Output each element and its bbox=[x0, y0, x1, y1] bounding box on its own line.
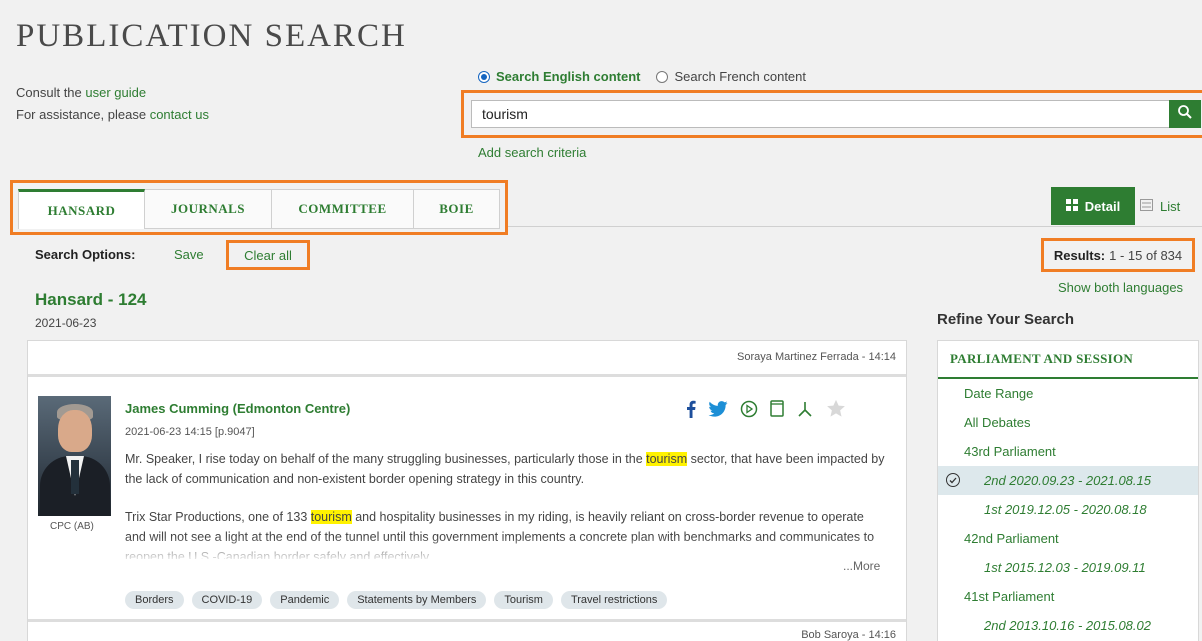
consult-prefix: Consult the bbox=[16, 85, 86, 100]
refine-item-label: 2nd 2020.09.23 - 2021.08.15 bbox=[984, 473, 1151, 488]
help-text: Consult the user guide For assistance, p… bbox=[16, 82, 209, 126]
tabs-highlight: HANSARD JOURNALS COMMITTEE BOIE bbox=[10, 180, 508, 235]
refine-panel: PARLIAMENT AND SESSION Date Range All De… bbox=[937, 340, 1199, 641]
results-label: Results: bbox=[1053, 247, 1106, 263]
divider bbox=[28, 619, 906, 622]
twitter-icon[interactable] bbox=[708, 400, 728, 417]
check-circle-icon bbox=[946, 473, 960, 487]
refine-heading[interactable]: PARLIAMENT AND SESSION bbox=[938, 341, 1198, 379]
clear-all-highlight: Clear all bbox=[226, 240, 310, 270]
keyword-highlight: tourism bbox=[646, 452, 688, 466]
assist-prefix: For assistance, please bbox=[16, 107, 150, 122]
clear-all-link[interactable]: Clear all bbox=[244, 248, 292, 263]
user-guide-link[interactable]: user guide bbox=[85, 85, 146, 100]
speech-paragraph-1: Mr. Speaker, I rise today on behalf of t… bbox=[125, 452, 885, 486]
tab-journals[interactable]: JOURNALS bbox=[145, 189, 272, 229]
results-count: Results: 1 - 15 of 834 bbox=[1041, 238, 1195, 272]
refine-list: Date Range All Debates 43rd Parliament 2… bbox=[938, 379, 1198, 640]
bookmark-icon[interactable] bbox=[770, 400, 784, 417]
keyword-highlight: tourism bbox=[310, 510, 352, 524]
tab-hansard[interactable]: HANSARD bbox=[18, 189, 145, 229]
tag[interactable]: Pandemic bbox=[270, 591, 340, 609]
tag[interactable]: COVID-19 bbox=[191, 591, 263, 609]
list-icon bbox=[1140, 198, 1153, 214]
radio-english-label[interactable]: Search English content bbox=[496, 69, 640, 84]
hansard-title[interactable]: Hansard - 124 bbox=[35, 290, 147, 310]
play-icon[interactable] bbox=[740, 400, 758, 418]
divider bbox=[28, 374, 906, 377]
refine-item[interactable]: Date Range bbox=[938, 379, 1198, 408]
refine-item[interactable]: All Debates bbox=[938, 408, 1198, 437]
add-search-criteria-link[interactable]: Add search criteria bbox=[478, 145, 586, 160]
refine-title: Refine Your Search bbox=[937, 311, 1074, 328]
refine-item[interactable]: 43rd Parliament bbox=[938, 437, 1198, 466]
refine-item[interactable]: 41st Parliament bbox=[938, 582, 1198, 611]
refine-item[interactable]: 1st 2015.12.03 - 2019.09.11 bbox=[938, 553, 1198, 582]
share-icons bbox=[686, 399, 846, 418]
tab-bar: HANSARD JOURNALS COMMITTEE BOIE bbox=[18, 189, 500, 229]
star-icon[interactable] bbox=[826, 399, 846, 418]
grid-icon bbox=[1065, 198, 1078, 214]
party-label: CPC (AB) bbox=[50, 521, 94, 532]
list-view-label: List bbox=[1160, 198, 1181, 214]
more-link[interactable]: ...More bbox=[843, 559, 880, 573]
detail-view-button[interactable]: Detail bbox=[1051, 187, 1135, 225]
radio-french[interactable] bbox=[656, 70, 669, 83]
search-icon bbox=[1177, 104, 1193, 125]
language-radio-group: Search English content Search French con… bbox=[478, 69, 806, 84]
show-both-languages-link[interactable]: Show both languages bbox=[1058, 280, 1183, 295]
detail-view-label: Detail bbox=[1084, 198, 1121, 214]
search-button[interactable] bbox=[1169, 100, 1201, 128]
tab-committee[interactable]: COMMITTEE bbox=[272, 189, 414, 229]
text-fade bbox=[125, 537, 885, 563]
search-options-label: Search Options: bbox=[35, 247, 136, 262]
list-view-button[interactable]: List bbox=[1140, 187, 1202, 225]
refine-item[interactable]: 2nd 2013.10.16 - 2015.08.02 bbox=[938, 611, 1198, 640]
tag[interactable]: Tourism bbox=[494, 591, 553, 609]
page-title: PUBLICATION SEARCH bbox=[16, 18, 407, 54]
tag[interactable]: Travel restrictions bbox=[560, 591, 668, 609]
tag[interactable]: Statements by Members bbox=[347, 591, 487, 609]
tag[interactable]: Borders bbox=[125, 591, 184, 609]
search-input[interactable] bbox=[471, 100, 1171, 128]
tab-boie[interactable]: BOIE bbox=[414, 189, 500, 229]
save-link[interactable]: Save bbox=[174, 247, 204, 262]
speaker-name-link[interactable]: James Cumming (Edmonton Centre) bbox=[125, 401, 350, 416]
tag-list: Borders COVID-19 Pandemic Statements by … bbox=[125, 591, 668, 609]
radio-english[interactable] bbox=[478, 70, 490, 83]
next-speaker[interactable]: Bob Saroya - 14:16 bbox=[801, 629, 896, 641]
previous-speaker[interactable]: Soraya Martinez Ferrada - 14:14 bbox=[737, 351, 896, 363]
contact-us-link[interactable]: contact us bbox=[150, 107, 209, 122]
speaker-timestamp: 2021-06-23 14:15 [p.9047] bbox=[125, 426, 255, 438]
radio-french-label[interactable]: Search French content bbox=[674, 69, 806, 84]
results-value: 1 - 15 of 834 bbox=[1109, 247, 1183, 263]
refine-item[interactable]: 1st 2019.12.05 - 2020.08.18 bbox=[938, 495, 1198, 524]
member-photo bbox=[38, 396, 111, 516]
refine-item-selected[interactable]: 2nd 2020.09.23 - 2021.08.15 bbox=[938, 466, 1198, 495]
search-box-highlight bbox=[461, 90, 1202, 138]
result-panel: Soraya Martinez Ferrada - 14:14 CPC (AB)… bbox=[27, 340, 907, 641]
pdf-icon[interactable] bbox=[796, 401, 814, 417]
hansard-date: 2021-06-23 bbox=[35, 316, 97, 330]
refine-item[interactable]: 42nd Parliament bbox=[938, 524, 1198, 553]
facebook-icon[interactable] bbox=[686, 400, 696, 418]
tab-divider bbox=[508, 226, 1202, 227]
